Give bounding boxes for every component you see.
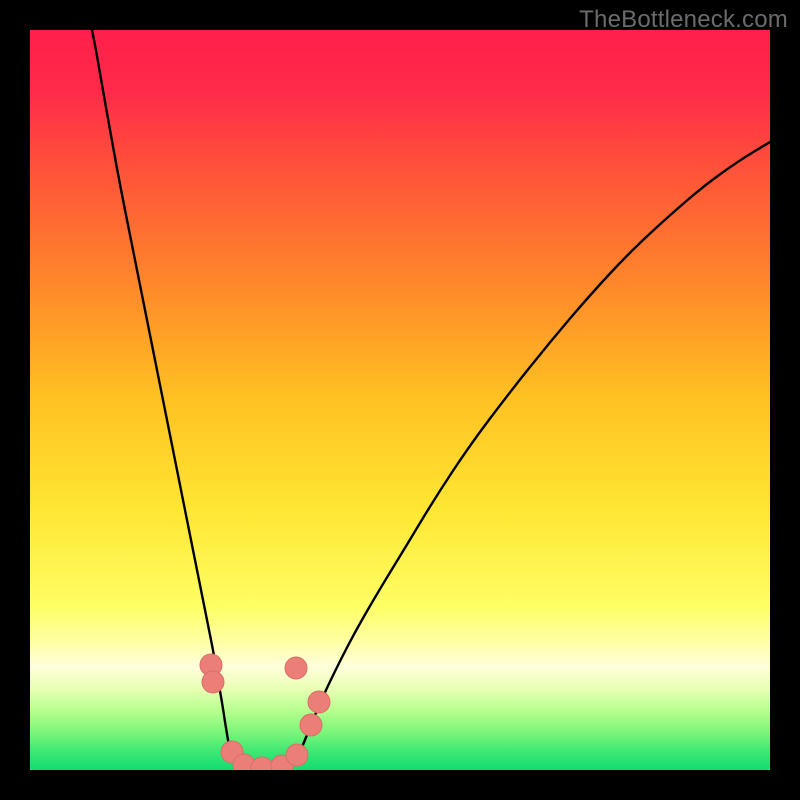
- data-marker: [308, 691, 330, 713]
- gradient-background: [30, 30, 770, 770]
- data-marker: [286, 744, 308, 766]
- plot-area: [30, 30, 770, 770]
- chart-frame: TheBottleneck.com: [0, 0, 800, 800]
- data-marker: [202, 671, 224, 693]
- bottleneck-curve-chart: [30, 30, 770, 770]
- data-marker: [300, 714, 322, 736]
- watermark-text: TheBottleneck.com: [579, 6, 788, 34]
- data-marker: [285, 657, 307, 679]
